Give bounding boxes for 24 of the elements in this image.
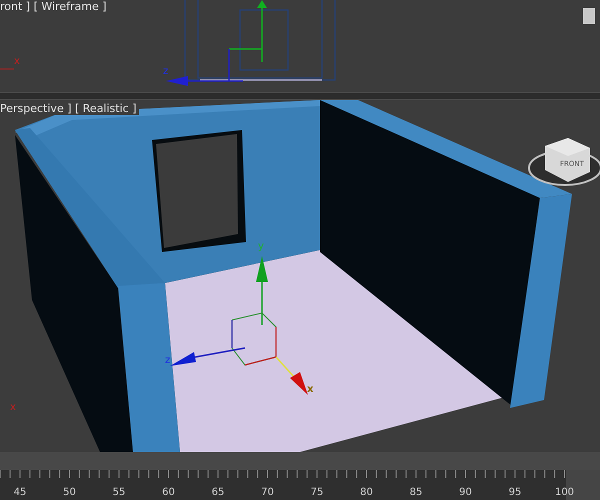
frame-number: 75 [310,487,324,498]
viewcube-drawing[interactable] [528,138,600,186]
frame-number: 55 [112,487,126,498]
frame-number: 95 [508,487,522,498]
axis-line [0,68,14,70]
viewport-label[interactable]: ront ] [ Wireframe ] [0,0,107,13]
frame-number: 70 [261,487,274,498]
cube-icon[interactable] [583,8,595,24]
axis-label: x [307,384,314,395]
axis-label: z [163,66,168,77]
axis-label: z [165,355,170,366]
axis-label: x [10,402,16,413]
frame-number: 65 [212,487,224,498]
frame-number: 85 [410,487,422,498]
frame-number: 45 [14,487,26,498]
time-slider-track[interactable] [0,452,600,470]
frame-number: 90 [459,487,472,498]
viewport-label[interactable]: Perspective ] [ Realistic ] [0,102,138,115]
axis-label: y [258,241,264,252]
frame-number: 50 [63,487,76,498]
frame-number: 80 [360,487,373,498]
frame-number: 100 [554,487,574,498]
axis-label: x [14,56,20,67]
frame-number: 60 [162,487,175,498]
